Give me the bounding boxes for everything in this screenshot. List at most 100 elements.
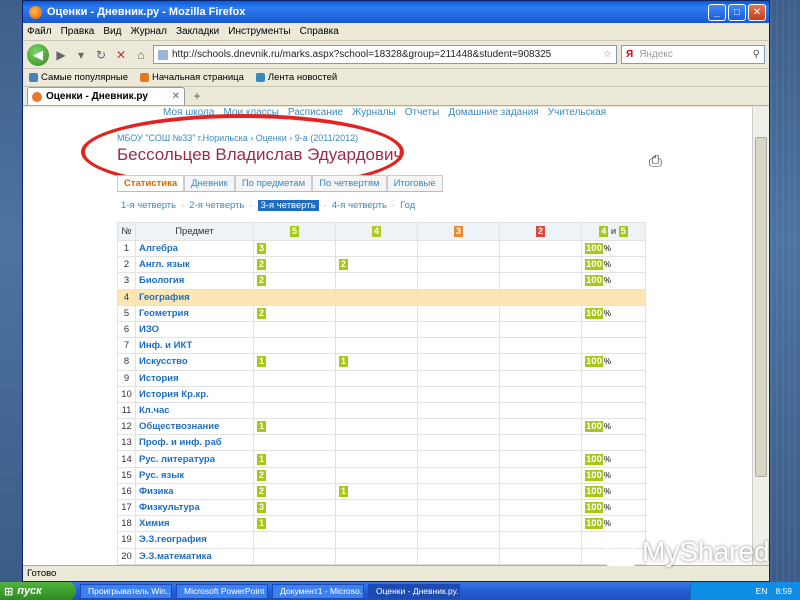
- system-tray: EN 8:59: [690, 582, 800, 600]
- separator: ·: [181, 200, 185, 211]
- subject-link[interactable]: История: [135, 369, 254, 387]
- forward-button[interactable]: ▶: [53, 46, 69, 64]
- bookmark-most-visited[interactable]: Самые популярные: [29, 72, 128, 83]
- print-icon[interactable]: ⎙: [649, 153, 667, 171]
- menu-item[interactable]: Вид: [103, 26, 121, 37]
- quality-percent-cell: 100%: [581, 450, 646, 468]
- tab-close-icon[interactable]: ✕: [172, 91, 180, 102]
- window-title: Оценки - Дневник.ру - Mozilla Firefox: [47, 6, 246, 18]
- bookmark-home-page[interactable]: Начальная страница: [139, 72, 244, 83]
- taskbar-button[interactable]: Microsoft PowerPoint ...: [176, 583, 268, 599]
- page-tab[interactable]: По четвертям: [312, 175, 387, 191]
- subject-link[interactable]: Кл.час: [135, 401, 254, 420]
- quarter-link[interactable]: 3-я четверть: [257, 200, 319, 211]
- quality-percent-cell: 100%: [581, 418, 646, 436]
- subject-link[interactable]: Алгебра: [135, 239, 254, 258]
- subject-link[interactable]: Химия: [135, 515, 254, 533]
- page-tab[interactable]: Итоговые: [386, 175, 443, 191]
- windows-logo-icon: ⊞: [4, 585, 14, 598]
- site-nav-link[interactable]: Домашние задания: [448, 107, 538, 118]
- quality-percent-value: 100: [585, 518, 603, 530]
- subject-link[interactable]: Искусство: [135, 353, 254, 371]
- taskbar-button[interactable]: Документ1 - Microso...: [272, 583, 364, 599]
- grade-count-cell: [417, 369, 500, 387]
- dropdown-arrow-icon[interactable]: ▾: [73, 46, 89, 64]
- bookmark-star-icon[interactable]: ☆: [603, 46, 612, 63]
- row-number: 7: [117, 337, 136, 355]
- page-tab[interactable]: По предметам: [234, 175, 313, 191]
- subject-link[interactable]: Обществознание: [135, 418, 254, 436]
- quarter-selector: 1-я четверть · 2-я четверть · 3-я четверть · 4…: [121, 200, 415, 211]
- grade-count-cell: [253, 337, 336, 355]
- grade-count-cell: [499, 401, 582, 420]
- start-button[interactable]: ⊞ пуск: [0, 582, 76, 600]
- search-icon[interactable]: ⚲: [753, 49, 760, 60]
- row-number: 11: [117, 401, 136, 420]
- menu-item[interactable]: Справка: [300, 26, 339, 37]
- taskbar-button[interactable]: Оценки - Дневник.ру...: [368, 583, 460, 599]
- quarter-link[interactable]: 4-я четверть: [332, 200, 387, 211]
- menu-item[interactable]: Файл: [27, 26, 52, 37]
- maximize-button[interactable]: □: [728, 3, 746, 21]
- subject-link[interactable]: Физика: [135, 482, 254, 501]
- subject-link[interactable]: Проф. и инф. раб: [135, 434, 254, 452]
- reload-icon[interactable]: ↻: [93, 46, 109, 64]
- row-number: 8: [117, 353, 136, 371]
- grade-2-badge: 2: [535, 226, 545, 237]
- quality-percent-cell: 100%: [581, 304, 646, 322]
- percent-sign: %: [603, 260, 611, 270]
- row-number: 12: [117, 418, 136, 436]
- percent-sign: %: [603, 422, 611, 432]
- subject-link[interactable]: Англ. язык: [135, 256, 254, 274]
- minimize-button[interactable]: _: [708, 3, 726, 21]
- subject-link[interactable]: Биология: [135, 272, 254, 290]
- grade-count-cell: 1: [335, 482, 418, 501]
- page-tab[interactable]: Статистика: [117, 175, 185, 191]
- grade-count-cell: [253, 385, 336, 403]
- new-tab-button[interactable]: +: [188, 89, 206, 105]
- subject-link[interactable]: Э.З.математика: [135, 547, 254, 565]
- subject-link[interactable]: Физкультура: [135, 498, 254, 517]
- home-icon[interactable]: ⌂: [133, 46, 149, 64]
- table-row: 19 Э.З.география: [117, 531, 646, 549]
- page-tab[interactable]: Дневник: [184, 175, 235, 191]
- quarter-link[interactable]: Год: [400, 200, 415, 211]
- grade-count-cell: [335, 466, 418, 484]
- language-indicator[interactable]: EN: [756, 586, 768, 596]
- subject-link[interactable]: Инф. и ИКТ: [135, 337, 254, 355]
- subject-link[interactable]: Э.З.география: [135, 531, 254, 549]
- address-bar[interactable]: http://schools.dnevnik.ru/marks.aspx?sch…: [153, 45, 617, 64]
- grade-count-badge: 3: [257, 502, 267, 514]
- browser-tab[interactable]: Оценки - Дневник.ру ✕: [27, 87, 185, 105]
- subject-link[interactable]: Рус. язык: [135, 466, 254, 484]
- back-button[interactable]: ◀: [27, 43, 49, 66]
- row-number: 20: [117, 547, 136, 565]
- vertical-scrollbar[interactable]: [752, 107, 769, 565]
- bookmark-news-feed[interactable]: Лента новостей: [255, 72, 337, 83]
- stop-icon[interactable]: ✕: [113, 46, 129, 64]
- site-nav-link[interactable]: Журналы: [352, 107, 396, 118]
- quarter-link[interactable]: 1-я четверть: [121, 200, 176, 211]
- table-row: 7 Инф. и ИКТ: [117, 337, 646, 355]
- search-box[interactable]: Я Яндекс ⚲: [621, 45, 765, 64]
- subject-link[interactable]: ИЗО: [135, 320, 254, 339]
- site-nav-link[interactable]: Отчеты: [405, 107, 440, 118]
- quarter-link[interactable]: 2-я четверть: [189, 200, 244, 211]
- taskbar-button[interactable]: Проигрыватель Win...: [80, 583, 172, 599]
- menu-item[interactable]: Закладки: [176, 26, 219, 37]
- subject-link[interactable]: География: [135, 288, 254, 306]
- subject-link[interactable]: Рус. литература: [135, 450, 254, 468]
- grade-count-cell: 2: [253, 304, 336, 322]
- scrollbar-thumb[interactable]: [755, 137, 767, 477]
- quality-percent-cell: [581, 320, 646, 339]
- site-nav-link[interactable]: Учительская: [548, 107, 606, 118]
- close-button[interactable]: ✕: [748, 3, 766, 21]
- menu-item[interactable]: Инструменты: [228, 26, 290, 37]
- grade-count-cell: 2: [253, 272, 336, 290]
- menu-item[interactable]: Журнал: [130, 26, 167, 37]
- subject-link[interactable]: История Кр.кр.: [135, 385, 254, 403]
- subject-link[interactable]: Геометрия: [135, 304, 254, 322]
- percent-sign: %: [603, 503, 611, 513]
- menu-item[interactable]: Правка: [61, 26, 95, 37]
- grade-count-cell: [417, 498, 500, 517]
